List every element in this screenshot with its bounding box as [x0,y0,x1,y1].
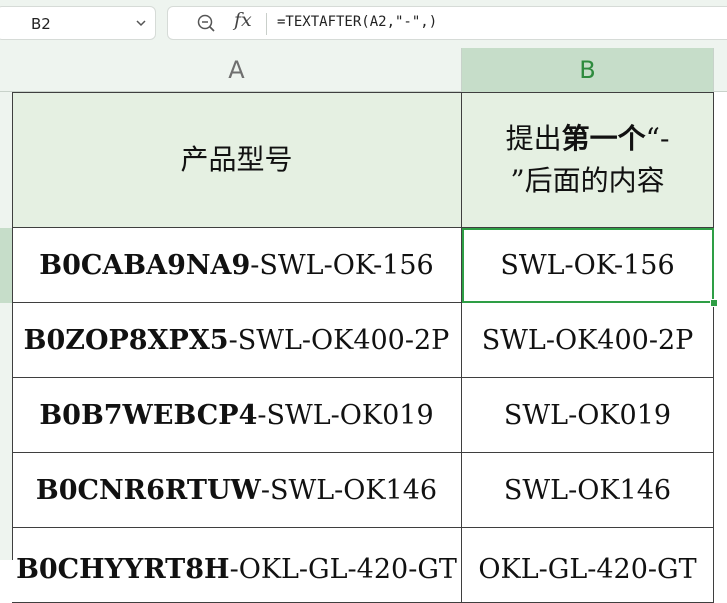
product-suffix: -SWL-OK400-2P [228,324,450,356]
cell-a3[interactable]: B0ZOP8XPX5-SWL-OK400-2P [12,303,462,378]
fill-handle[interactable] [710,299,718,307]
zoom-out-icon[interactable] [196,13,216,33]
column-header-row: A B [0,48,727,92]
name-box[interactable]: B2 [0,6,156,40]
header-b-text-bold: 第一个 [561,121,646,155]
cell-b4[interactable]: SWL-OK019 [462,378,714,453]
header-b-text-2: “- [645,121,670,155]
formula-bar: B2 fx =TEXTAFTER(A2,"-",) [0,0,727,48]
result-value: SWL-OK-156 [500,249,675,281]
formula-separator [266,13,267,35]
name-box-value: B2 [31,15,51,33]
product-suffix: -SWL-OK-156 [250,249,434,281]
product-code: B0CNR6RTUW [35,474,261,506]
cell-a1[interactable]: 产品型号 [12,92,462,228]
product-suffix: -OKL-GL-420-GT [229,554,457,585]
grid-top-border [12,92,714,93]
column-header-b[interactable]: B [462,48,714,92]
cell-b6[interactable]: OKL-GL-420-GT [462,528,714,603]
result-value: SWL-OK019 [503,399,672,431]
list-item: B0ZOP8XPX5-SWL-OK400-2P [24,325,450,356]
list-item: B0B7WEBCP4-SWL-OK019 [39,400,433,431]
cell-b3[interactable]: SWL-OK400-2P [462,303,714,378]
product-suffix: -SWL-OK019 [257,399,434,431]
result-value: SWL-OK146 [503,474,672,506]
product-suffix: -SWL-OK146 [260,474,438,506]
list-item: B0CABA9NA9-SWL-OK-156 [39,250,433,281]
header-product-model: 产品型号 [180,142,293,176]
product-code: B0CHYYRT8H [16,554,230,585]
row-header-gutter[interactable] [0,92,12,560]
product-code: B0CABA9NA9 [39,249,251,281]
header-extract-label: 提出第一个“- ”后面的内容 [506,118,670,202]
formula-input[interactable]: fx =TEXTAFTER(A2,"-",) [167,6,727,40]
product-code: B0ZOP8XPX5 [23,324,229,356]
formula-text[interactable]: =TEXTAFTER(A2,"-",) [277,14,437,30]
result-value: OKL-GL-420-GT [478,554,697,585]
cell-a6[interactable]: B0CHYYRT8H-OKL-GL-420-GT [12,528,462,603]
result-value: SWL-OK400-2P [481,324,694,356]
product-code: B0B7WEBCP4 [39,399,258,431]
grid-left-border [12,92,13,560]
row-header-selected[interactable] [0,228,12,303]
column-header-a[interactable]: A [12,48,462,92]
header-b-text-3: ”后面的内容 [510,163,665,197]
cell-b5[interactable]: SWL-OK146 [462,453,714,528]
cell-a4[interactable]: B0B7WEBCP4-SWL-OK019 [12,378,462,453]
list-item: B0CNR6RTUW-SWL-OK146 [36,475,437,506]
chevron-down-icon[interactable] [134,16,148,30]
header-b-text-1: 提出 [505,121,562,155]
cell-a2[interactable]: B0CABA9NA9-SWL-OK-156 [12,228,462,303]
cell-a5[interactable]: B0CNR6RTUW-SWL-OK146 [12,453,462,528]
function-icon[interactable]: fx [234,9,252,31]
cell-b2[interactable]: SWL-OK-156 [462,228,714,303]
list-item: B0CHYYRT8H-OKL-GL-420-GT [16,554,457,585]
cell-b1[interactable]: 提出第一个“- ”后面的内容 [462,92,714,228]
